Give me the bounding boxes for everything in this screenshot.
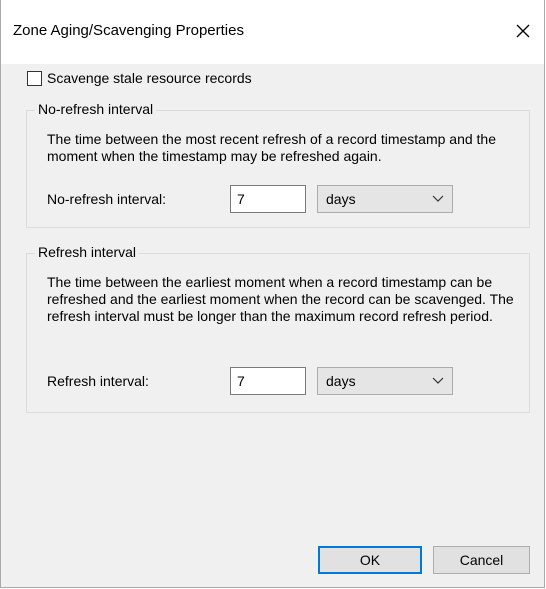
refresh-description: The time between the earliest moment whe… bbox=[47, 274, 514, 324]
refresh-group: Refresh interval The time between the ea… bbox=[26, 244, 530, 413]
refresh-interval-input[interactable] bbox=[230, 367, 306, 395]
no-refresh-unit-value: days bbox=[326, 191, 356, 207]
no-refresh-unit-select[interactable]: days bbox=[317, 185, 453, 213]
chevron-down-icon bbox=[432, 195, 444, 202]
no-refresh-group: No-refresh interval The time between the… bbox=[26, 101, 530, 228]
scavenge-checkbox-row[interactable]: Scavenge stale resource records bbox=[27, 70, 252, 86]
refresh-unit-value: days bbox=[326, 373, 356, 389]
no-refresh-field-label: No-refresh interval: bbox=[47, 191, 167, 207]
no-refresh-description: The time between the most recent refresh… bbox=[47, 131, 496, 164]
cancel-button[interactable]: Cancel bbox=[433, 546, 530, 574]
refresh-group-title: Refresh interval bbox=[35, 244, 140, 260]
chevron-down-icon bbox=[432, 377, 444, 384]
ok-button[interactable]: OK bbox=[318, 546, 422, 574]
scavenge-checkbox-label[interactable]: Scavenge stale resource records bbox=[47, 70, 252, 86]
refresh-unit-select[interactable]: days bbox=[317, 367, 453, 395]
title-bar: Zone Aging/Scavenging Properties bbox=[1, 0, 544, 64]
refresh-field-label: Refresh interval: bbox=[47, 373, 149, 389]
dialog-title: Zone Aging/Scavenging Properties bbox=[13, 22, 244, 39]
close-icon bbox=[516, 24, 530, 38]
zone-aging-dialog: Zone Aging/Scavenging Properties Scaveng… bbox=[0, 0, 545, 588]
no-refresh-group-title: No-refresh interval bbox=[35, 101, 157, 117]
scavenge-checkbox[interactable] bbox=[27, 70, 42, 86]
close-button[interactable] bbox=[506, 14, 540, 48]
no-refresh-interval-input[interactable] bbox=[230, 185, 306, 213]
